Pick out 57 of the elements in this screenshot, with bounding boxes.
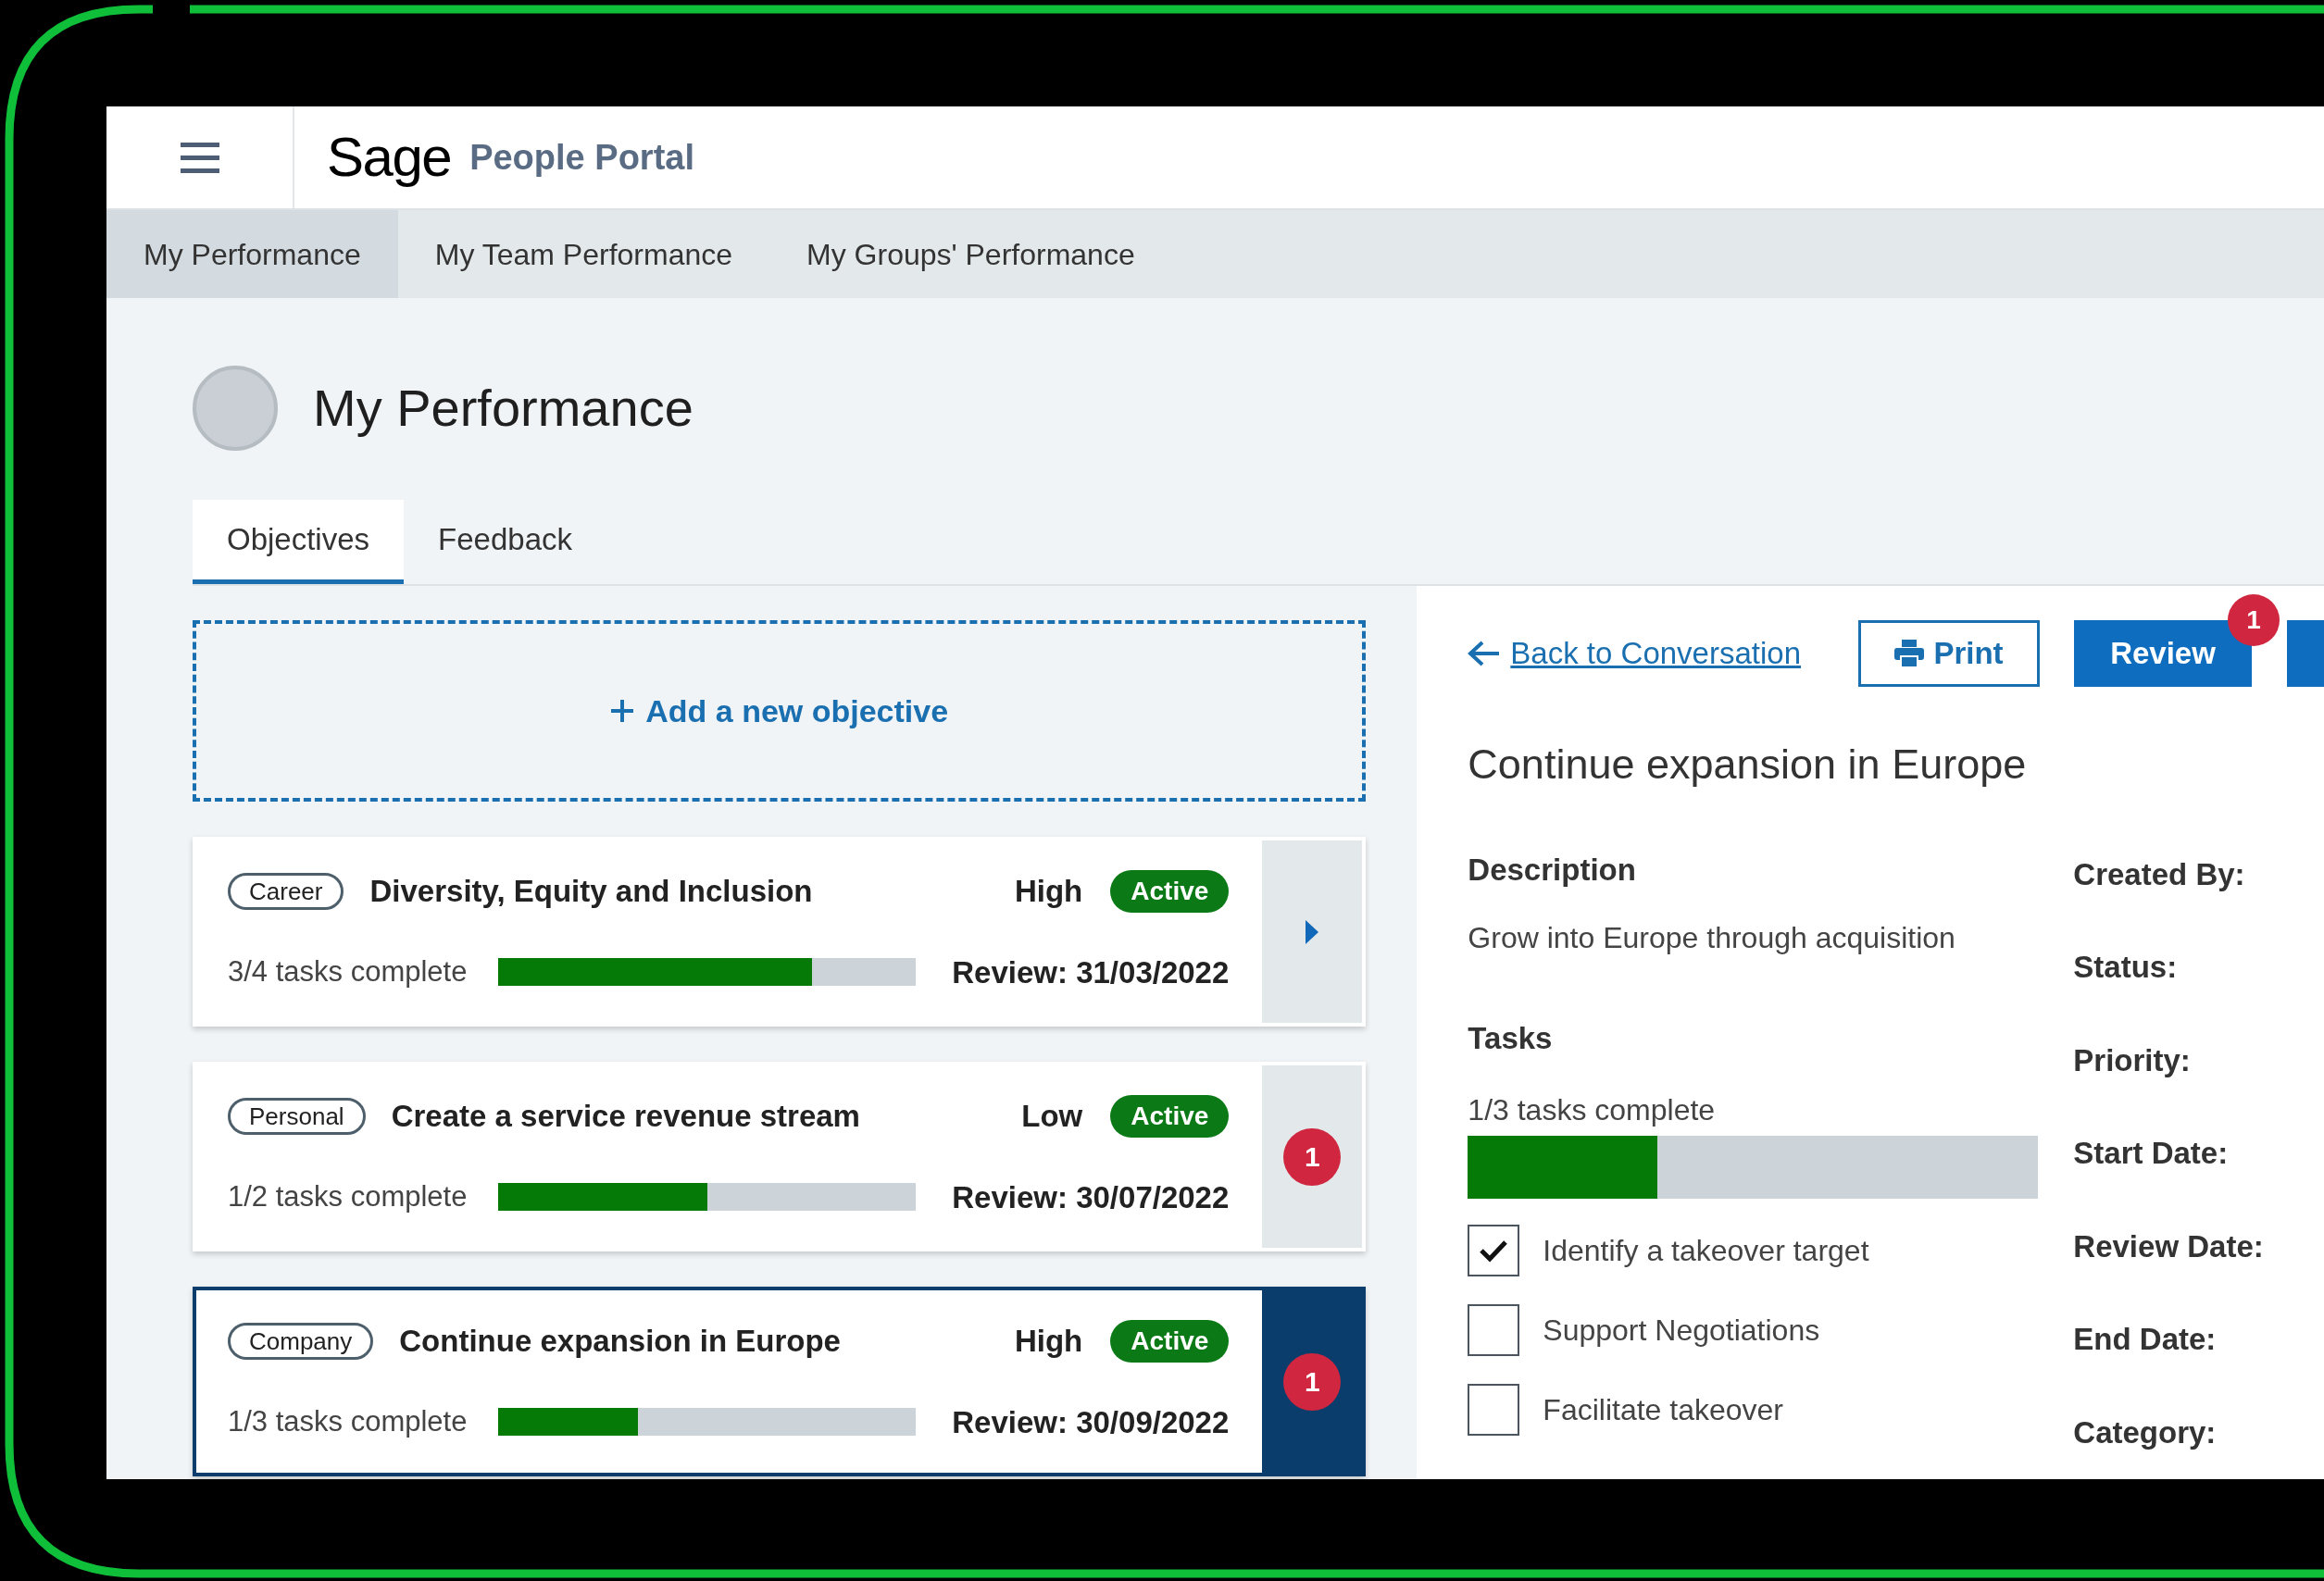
plus-icon — [610, 699, 635, 723]
category-tag: Personal — [228, 1097, 366, 1135]
description-text: Grow into Europe through acquisition — [1468, 920, 1956, 956]
back-link[interactable]: Back to Conversation — [1468, 630, 1801, 677]
objective-heading: Continue expansion in Europe — [1468, 740, 2028, 790]
status-badge: Active — [1110, 869, 1230, 913]
category-tag: Company — [228, 1322, 374, 1360]
arrow-left-icon — [1468, 640, 1502, 667]
field-label: Review Date: — [2073, 1227, 2264, 1265]
notification-badge: 1 — [1283, 1352, 1342, 1411]
field-label: End Date: — [2073, 1321, 2218, 1358]
tab[interactable]: Feedback — [404, 500, 606, 584]
field-label: Priority: — [2073, 1041, 2192, 1079]
review-date: Review: 30/07/2022 — [952, 1178, 1230, 1216]
task-label: Support Negotiations — [1543, 1312, 1820, 1349]
field-label: Created By: — [2073, 855, 2246, 893]
task-checkbox[interactable] — [1468, 1383, 1520, 1436]
section-label: Tasks — [1468, 1020, 1554, 1057]
field-label: Status: — [2073, 949, 2179, 986]
nav-tab[interactable]: My Groups' Performance — [769, 210, 1172, 298]
objective-card[interactable]: Company Continue expansion in Europe High Active 1/3 tasks complete Review: 30/09/2022 1 — [193, 1287, 1367, 1476]
objective-title: Diversity, Equity and Inclusion — [369, 873, 813, 910]
task-checkbox[interactable] — [1468, 1303, 1520, 1356]
task-checkbox[interactable] — [1468, 1224, 1520, 1276]
priority-label: Low — [1021, 1098, 1083, 1135]
priority-label: High — [1014, 1323, 1083, 1360]
objective-card[interactable]: Personal Create a service revenue stream Low Active 1/2 tasks complete Review: 30/07/2022 1 — [193, 1062, 1367, 1251]
task-label: Facilitate takeover — [1543, 1391, 1783, 1428]
page-title: My Performance — [313, 378, 693, 439]
print-button[interactable]: Print — [1858, 620, 2040, 687]
category-tag: Career — [228, 872, 344, 910]
logo: Sage — [327, 130, 452, 185]
objective-title: Continue expansion in Europe — [399, 1323, 841, 1360]
tab[interactable]: Objectives — [193, 500, 405, 584]
app-title: People Portal — [469, 136, 694, 179]
progress-text: 3/4 tasks complete — [228, 954, 468, 990]
status-badge: Active — [1110, 1094, 1230, 1138]
add-objective-button[interactable]: Add a new objective — [193, 620, 1367, 802]
section-label: Description — [1468, 851, 1637, 889]
nav-tab[interactable]: My Performance — [106, 210, 398, 298]
field-label: Start Date: — [2073, 1135, 2230, 1172]
objective-card[interactable]: Career Diversity, Equity and Inclusion High Active 3/4 tasks complete Review: 31/03/2022 — [193, 837, 1367, 1027]
field-label: Category: — [2073, 1413, 2218, 1451]
task-label: Identify a takeover target — [1543, 1232, 1869, 1269]
progress-text: 1/3 tasks complete — [228, 1404, 468, 1439]
progress-text: 1/2 tasks complete — [228, 1179, 468, 1214]
review-date: Review: 31/03/2022 — [952, 953, 1230, 991]
review-date: Review: 30/09/2022 — [952, 1403, 1230, 1441]
printer-icon — [1894, 640, 1925, 667]
notification-badge: 1 — [2228, 594, 2280, 646]
nav-tab[interactable]: My Team Performance — [397, 210, 770, 298]
progress-text: 1/3 tasks complete — [1468, 1091, 1717, 1128]
objective-title: Create a service revenue stream — [391, 1098, 860, 1135]
status-badge: Active — [1110, 1319, 1230, 1363]
menu-icon[interactable] — [180, 141, 219, 174]
priority-label: High — [1014, 873, 1083, 910]
notification-badge: 1 — [1283, 1127, 1342, 1186]
